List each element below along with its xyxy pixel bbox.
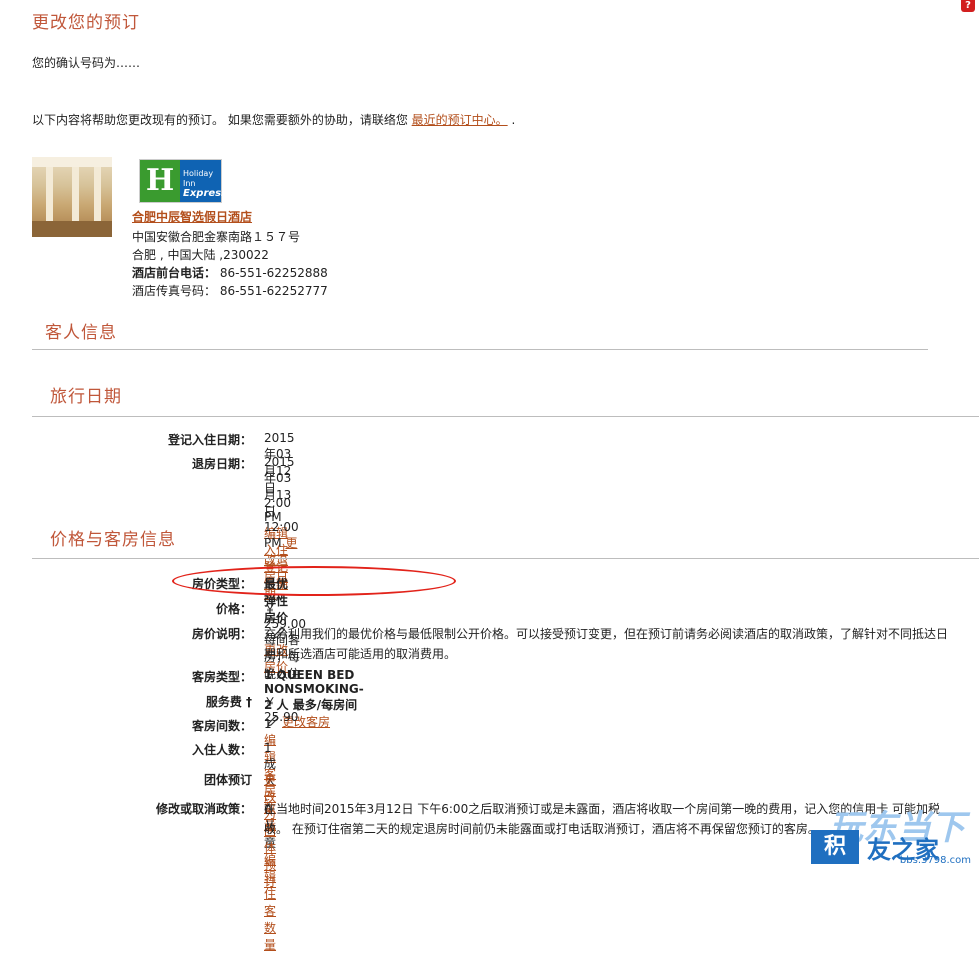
rooms-label: 客房间数： [191, 719, 252, 733]
room-type-label: 客房类型： [191, 670, 252, 684]
service-fee-label: 服务费 † [205, 695, 252, 709]
checkin-label: 登记入住日期： [167, 433, 252, 447]
watermark-logo: 玩东当下 积 友之家 bbs.3798.com [789, 796, 979, 868]
logo-mark: H [140, 160, 180, 202]
hotel-name-link[interactable]: 合肥中辰智选假日酒店 [132, 208, 252, 225]
section-guest-info: 客人信息 [45, 323, 117, 343]
divider [32, 349, 928, 350]
checkout-label: 退房日期： [191, 457, 252, 471]
reservation-center-link[interactable]: 最近的预订中心。 [412, 113, 508, 127]
cancel-policy-label: 修改或取消政策： [155, 802, 252, 816]
hotel-fax: 酒店传真号码： 86-551-62252777 [132, 282, 328, 299]
divider [32, 416, 979, 417]
watermark-url: bbs.3798.com [899, 855, 971, 866]
divider [32, 558, 979, 559]
section-travel-dates: 旅行日期 [50, 387, 122, 407]
hotel-address-1: 中国安徽合肥金寨南路１５７号 [132, 230, 301, 244]
rooms-value: 1 [264, 717, 272, 731]
help-text: 以下内容将帮助您更改现有的预订。 如果您需要额外的协助，请联络您 最近的预订中心… [32, 111, 515, 128]
logo-line1: Holiday Inn [183, 169, 214, 188]
guests-label: 入住人数： [191, 743, 252, 757]
hotel-fax-label: 酒店传真号码： [132, 284, 217, 298]
holiday-inn-express-logo: H Holiday Inn Express [139, 159, 228, 203]
page-title: 更改您的预订 [32, 13, 140, 33]
hotel-phone-label: 酒店前台电话： [132, 266, 217, 280]
rate-description-label: 房价说明： [191, 627, 252, 641]
price-label: 价格： [215, 602, 252, 616]
section-price-room: 价格与客房信息 [50, 530, 176, 550]
watermark-block: 积 [811, 830, 859, 864]
help-text-body: 以下内容将帮助您更改现有的预订。 如果您需要额外的协助，请联络您 [32, 113, 412, 127]
hotel-phone-value: 86-551-62252888 [216, 266, 328, 280]
hotel-fax-value: 86-551-62252777 [216, 284, 328, 298]
rate-description-line1: 充分利用我们的最优价格与最低限制公开价格。可以接受预订变更，但在预订前请务必阅读… [264, 627, 949, 641]
rate-description-line2: 期和所选酒店可能适用的取消费用。 [264, 647, 457, 661]
hotel-address-2: 合肥 , 中国大陆 ,230022 [132, 248, 269, 262]
group-label: 团体预订 [203, 773, 252, 787]
confirmation-number: 您的确认号码为…… [32, 56, 141, 70]
help-icon[interactable]: ? [961, 0, 975, 12]
highlight-oval [172, 566, 456, 596]
hotel-photo [32, 157, 112, 237]
help-text-suffix: . [507, 113, 516, 127]
logo-line2: Express [183, 188, 228, 199]
hotel-phone: 酒店前台电话： 86-551-62252888 [132, 264, 328, 281]
